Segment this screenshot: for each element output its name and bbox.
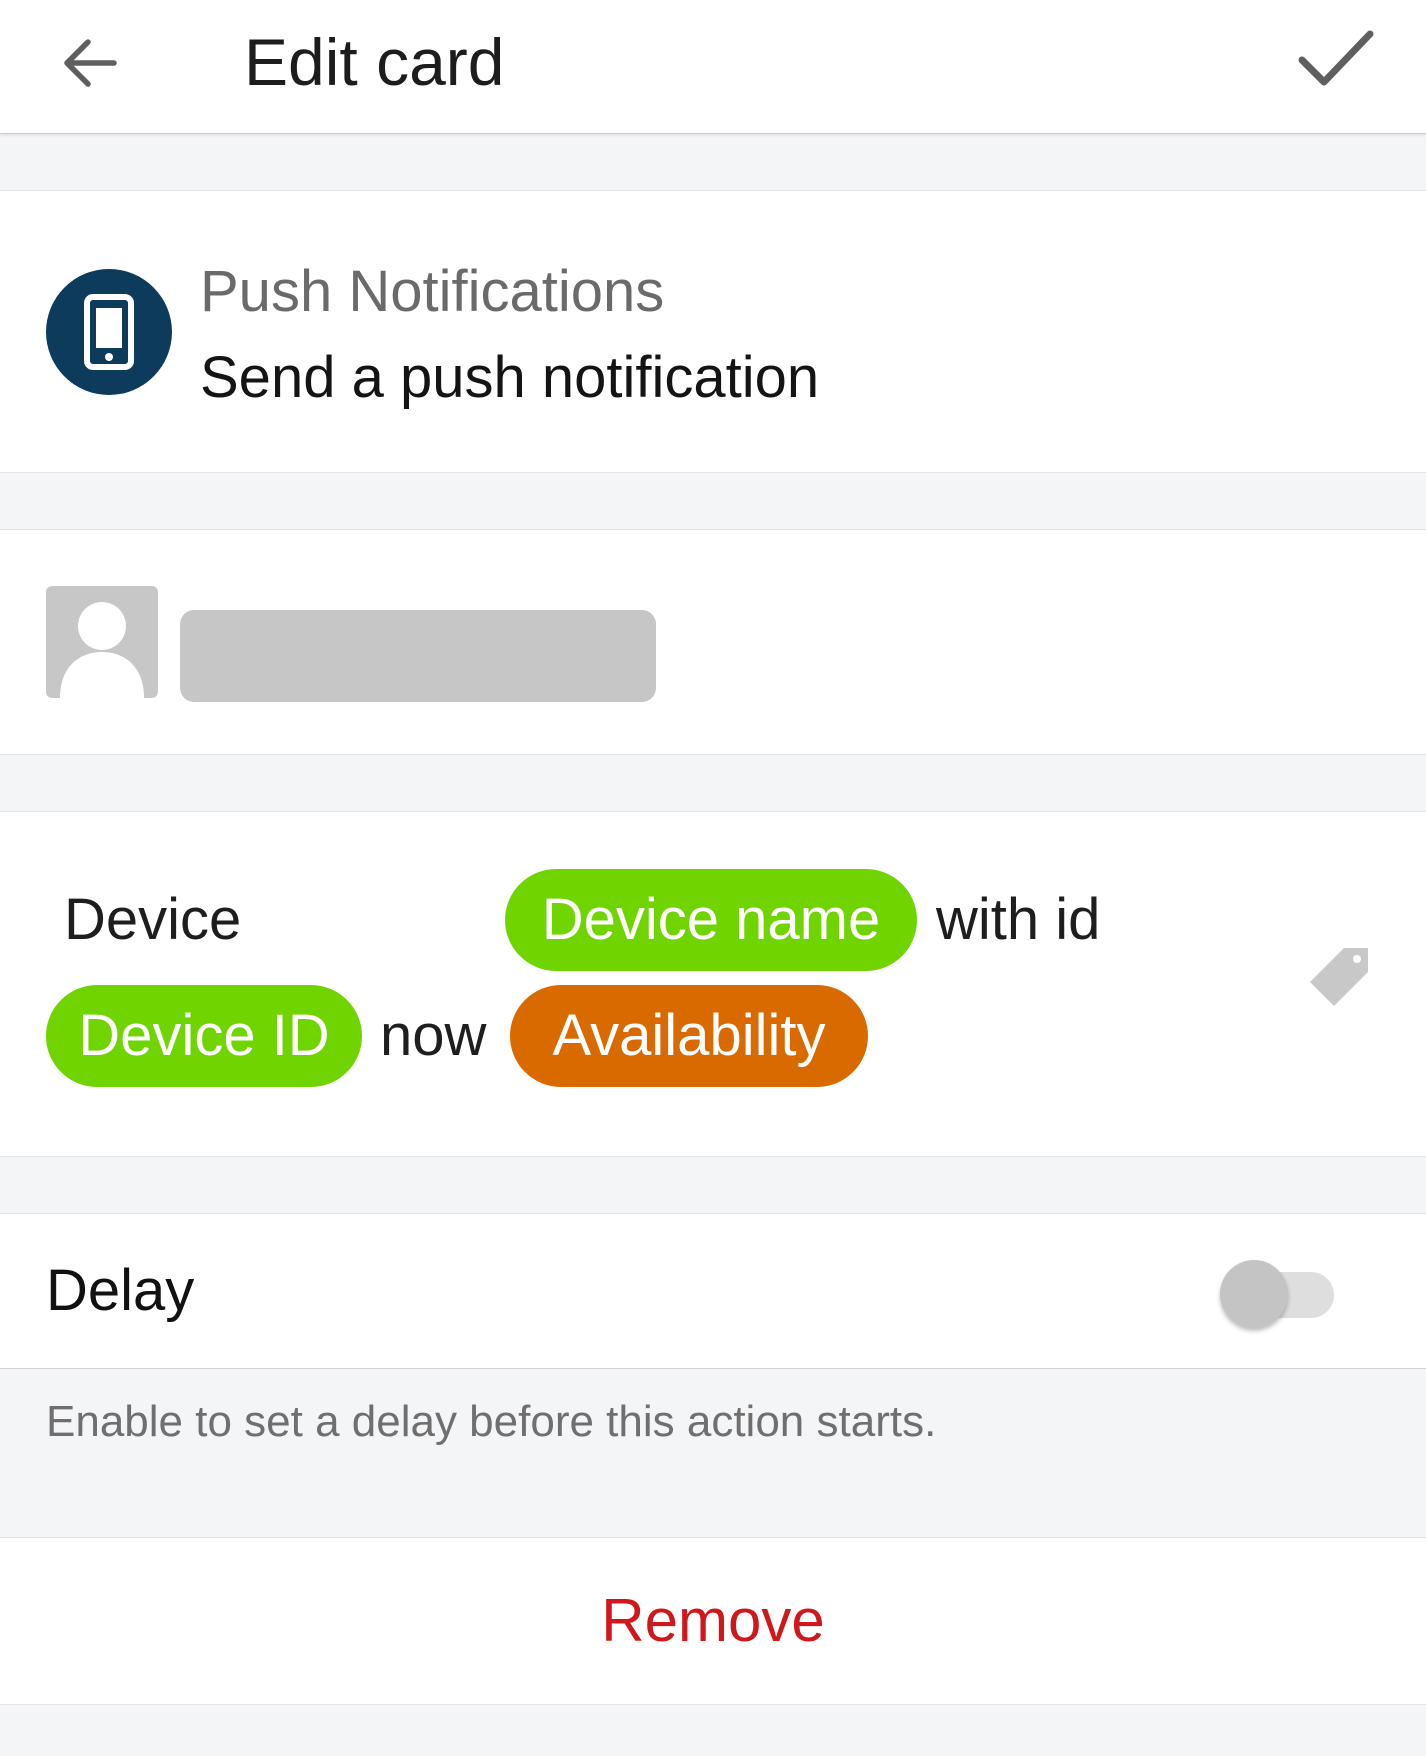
avatar <box>46 586 158 698</box>
token-availability[interactable]: Availability <box>510 985 868 1087</box>
user-avatar-icon <box>60 602 144 698</box>
toggle-knob <box>1220 1260 1288 1328</box>
message-text-with-id: with id <box>936 887 1101 952</box>
delay-label: Delay <box>46 1258 195 1323</box>
delay-row: Delay <box>0 1213 1426 1369</box>
app-bar: Edit card <box>0 0 1426 134</box>
token-device-name[interactable]: Device name <box>505 869 917 971</box>
card-header: Push Notifications Send a push notificat… <box>0 190 1426 473</box>
insert-tag-button[interactable] <box>1304 942 1374 1012</box>
check-icon <box>1298 30 1374 86</box>
message-editor[interactable]: Device Device name with id Device ID now… <box>0 811 1426 1157</box>
smartphone-icon <box>84 294 134 370</box>
message-text-now: now <box>380 1003 487 1068</box>
save-button[interactable] <box>1290 18 1390 108</box>
user-name-redacted <box>180 610 656 702</box>
action-name: Send a push notification <box>200 345 820 410</box>
delay-toggle[interactable] <box>1218 1254 1338 1328</box>
page-title: Edit card <box>244 25 505 99</box>
app-name: Push Notifications <box>200 259 665 324</box>
remove-row: Remove <box>0 1537 1426 1705</box>
token-device-id[interactable]: Device ID <box>46 985 362 1087</box>
app-icon <box>46 269 172 395</box>
message-text-device: Device <box>64 887 242 952</box>
delay-hint: Enable to set a delay before this action… <box>46 1397 937 1446</box>
back-button[interactable] <box>46 20 132 106</box>
remove-button[interactable]: Remove <box>0 1538 1426 1704</box>
arrow-left-icon <box>64 39 117 87</box>
user-selector[interactable] <box>0 529 1426 755</box>
tag-icon <box>1310 948 1368 1006</box>
